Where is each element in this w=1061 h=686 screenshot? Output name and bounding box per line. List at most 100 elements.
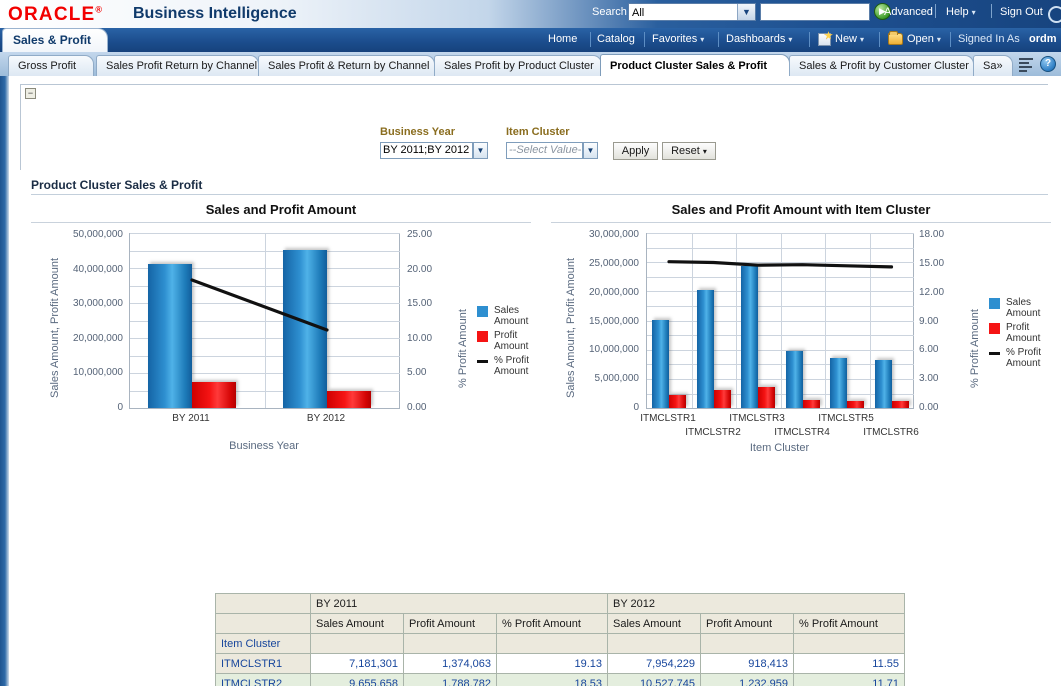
legend-swatch-profit — [989, 323, 1000, 334]
chart2-ytick-6: 30,000,000 — [541, 229, 639, 240]
registered-mark: ® — [95, 5, 103, 15]
nav-open[interactable]: Open▾ — [907, 33, 941, 45]
chart1-y2tick-0: 0.00 — [407, 402, 447, 413]
user-avatar-icon[interactable] — [1048, 6, 1061, 23]
table-group-header-row: BY 2011 BY 2012 — [216, 594, 905, 614]
legend-label-sales: Sales Amount — [494, 305, 528, 327]
nav-new-label: New — [835, 33, 857, 45]
divider — [718, 32, 719, 47]
page-options-icon[interactable] — [1019, 57, 1035, 71]
tab-more[interactable]: Sa» — [973, 55, 1013, 76]
divider — [879, 32, 880, 47]
legend-item-profit-amount[interactable]: Profit Amount — [989, 322, 1053, 344]
divider — [809, 32, 810, 47]
cell: 11.55 — [794, 654, 905, 674]
chart1-y2-axis-title: % Profit Amount — [457, 309, 469, 388]
chevron-down-icon[interactable]: ▼ — [737, 4, 755, 20]
search-scope-value: All — [632, 7, 644, 19]
cell: 1,374,063 — [404, 654, 497, 674]
row-label[interactable]: ITMCLSTR2 — [216, 674, 311, 686]
tab-sales-profit-return-by-channel[interactable]: Sales Profit Return by Channel — [96, 55, 259, 76]
legend-item-percent-profit[interactable]: % Profit Amount — [477, 355, 539, 377]
tab-gross-profit[interactable]: Gross Profit — [8, 55, 94, 76]
tab-sales-profit-return-by-channel-2[interactable]: Sales Profit & Return by Channel — [258, 55, 435, 76]
blank — [701, 634, 794, 654]
business-year-value[interactable]: BY 2011;BY 2012 — [380, 142, 473, 159]
search-scope-select[interactable]: All ▼ — [628, 3, 756, 21]
chart2-ytick-0: 0 — [541, 402, 639, 413]
chart2-xtick-0: ITMCLSTR1 — [623, 413, 713, 424]
chart1-ytick-5: 50,000,000 — [21, 229, 123, 240]
page-tab-bar: Gross Profit Sales Profit Return by Chan… — [0, 52, 1061, 77]
chart2-title: Sales and Profit Amount with Item Cluste… — [541, 202, 1061, 217]
chevron-down-icon: ▾ — [788, 35, 792, 44]
divider — [950, 32, 951, 47]
nav-catalog[interactable]: Catalog — [597, 33, 635, 45]
business-year-dropdown-icon[interactable]: ▼ — [473, 142, 488, 159]
tab-product-cluster-sales-profit[interactable]: Product Cluster Sales & Profit — [600, 54, 790, 77]
item-cluster-label: Item Cluster — [506, 126, 570, 138]
search-input[interactable] — [760, 3, 870, 21]
legend-item-sales-amount[interactable]: Sales Amount — [989, 297, 1053, 319]
chevron-down-icon: ▾ — [937, 35, 941, 44]
chart1-xtick-0: BY 2011 — [131, 413, 251, 424]
col-sales-amount-2011[interactable]: Sales Amount — [311, 614, 404, 634]
item-cluster-value[interactable]: --Select Value-- — [506, 142, 583, 159]
help-icon[interactable]: ? — [1040, 56, 1056, 72]
brand-bar: ORACLE® Business Intelligence Search All… — [0, 0, 1061, 29]
item-cluster-dropdown-icon[interactable]: ▼ — [583, 142, 598, 159]
legend-swatch-percent — [477, 360, 488, 363]
col-profit-amount-2012[interactable]: Profit Amount — [701, 614, 794, 634]
chart2-plot-area — [646, 233, 914, 409]
reset-button[interactable]: Reset▾ — [662, 142, 716, 160]
legend-label-sales: Sales Amount — [1006, 297, 1040, 319]
col-pct-profit-2011[interactable]: % Profit Amount — [497, 614, 608, 634]
sign-out-link[interactable]: Sign Out — [1000, 6, 1043, 18]
chevron-down-icon: ▾ — [860, 35, 864, 44]
signed-in-user: ordm — [1029, 33, 1057, 45]
nav-dashboards[interactable]: Dashboards▾ — [726, 33, 792, 45]
help-menu[interactable]: Help▾ — [946, 6, 976, 18]
tab-sales-profit-by-customer-cluster[interactable]: Sales & Profit by Customer Cluster — [789, 55, 974, 76]
blank — [608, 634, 701, 654]
nav-home[interactable]: Home — [548, 33, 577, 45]
col-sales-amount-2012[interactable]: Sales Amount — [608, 614, 701, 634]
search-label: Search — [592, 6, 627, 18]
group-header-by2011: BY 2011 — [311, 594, 608, 614]
chart2-xtick-2: ITMCLSTR3 — [712, 413, 802, 424]
nav-new[interactable]: New▾ — [835, 33, 864, 45]
legend-label-profit: Profit Amount — [494, 330, 528, 352]
nav-favorites[interactable]: Favorites▾ — [652, 33, 704, 45]
cell: 9,655,658 — [311, 674, 404, 686]
blank — [497, 634, 608, 654]
apply-button[interactable]: Apply — [613, 142, 658, 160]
dashboard-name-tab[interactable]: Sales & Profit — [2, 28, 108, 52]
legend-item-sales-amount[interactable]: Sales Amount — [477, 305, 539, 327]
legend-item-profit-amount[interactable]: Profit Amount — [477, 330, 539, 352]
chart1-y2tick-4: 20.00 — [407, 264, 447, 275]
tab-sales-profit-by-product-cluster[interactable]: Sales Profit by Product Cluster — [434, 55, 602, 76]
cell: 1,788,782 — [404, 674, 497, 686]
row-label[interactable]: ITMCLSTR1 — [216, 654, 311, 674]
chart-sales-and-profit-with-item-cluster: Sales and Profit Amount with Item Cluste… — [541, 202, 1061, 452]
table-corner-blank-2 — [216, 614, 311, 634]
chart2-y2-axis-title: % Profit Amount — [969, 309, 981, 388]
blank — [794, 634, 905, 654]
collapse-section-button[interactable]: − — [25, 88, 36, 99]
open-folder-icon[interactable] — [888, 33, 903, 45]
advanced-link[interactable]: Advanced — [884, 6, 933, 18]
chart1-y2tick-2: 10.00 — [407, 333, 447, 344]
chart2-ytick-1: 5,000,000 — [541, 373, 639, 384]
new-page-icon[interactable] — [818, 33, 831, 46]
legend-item-percent-profit[interactable]: % Profit Amount — [989, 347, 1053, 369]
oracle-logo: ORACLE® — [8, 4, 103, 26]
chart2-ytick-2: 10,000,000 — [541, 344, 639, 355]
chart1-ytick-0: 0 — [21, 402, 123, 413]
chart2-ytick-5: 25,000,000 — [541, 258, 639, 269]
nav-open-label: Open — [907, 33, 934, 45]
col-profit-amount-2011[interactable]: Profit Amount — [404, 614, 497, 634]
nav-favorites-label: Favorites — [652, 33, 697, 45]
row-dimension-label[interactable]: Item Cluster — [216, 634, 311, 654]
table-row: ITMCLSTR2 9,655,658 1,788,782 18.53 10,5… — [216, 674, 905, 686]
col-pct-profit-2012[interactable]: % Profit Amount — [794, 614, 905, 634]
